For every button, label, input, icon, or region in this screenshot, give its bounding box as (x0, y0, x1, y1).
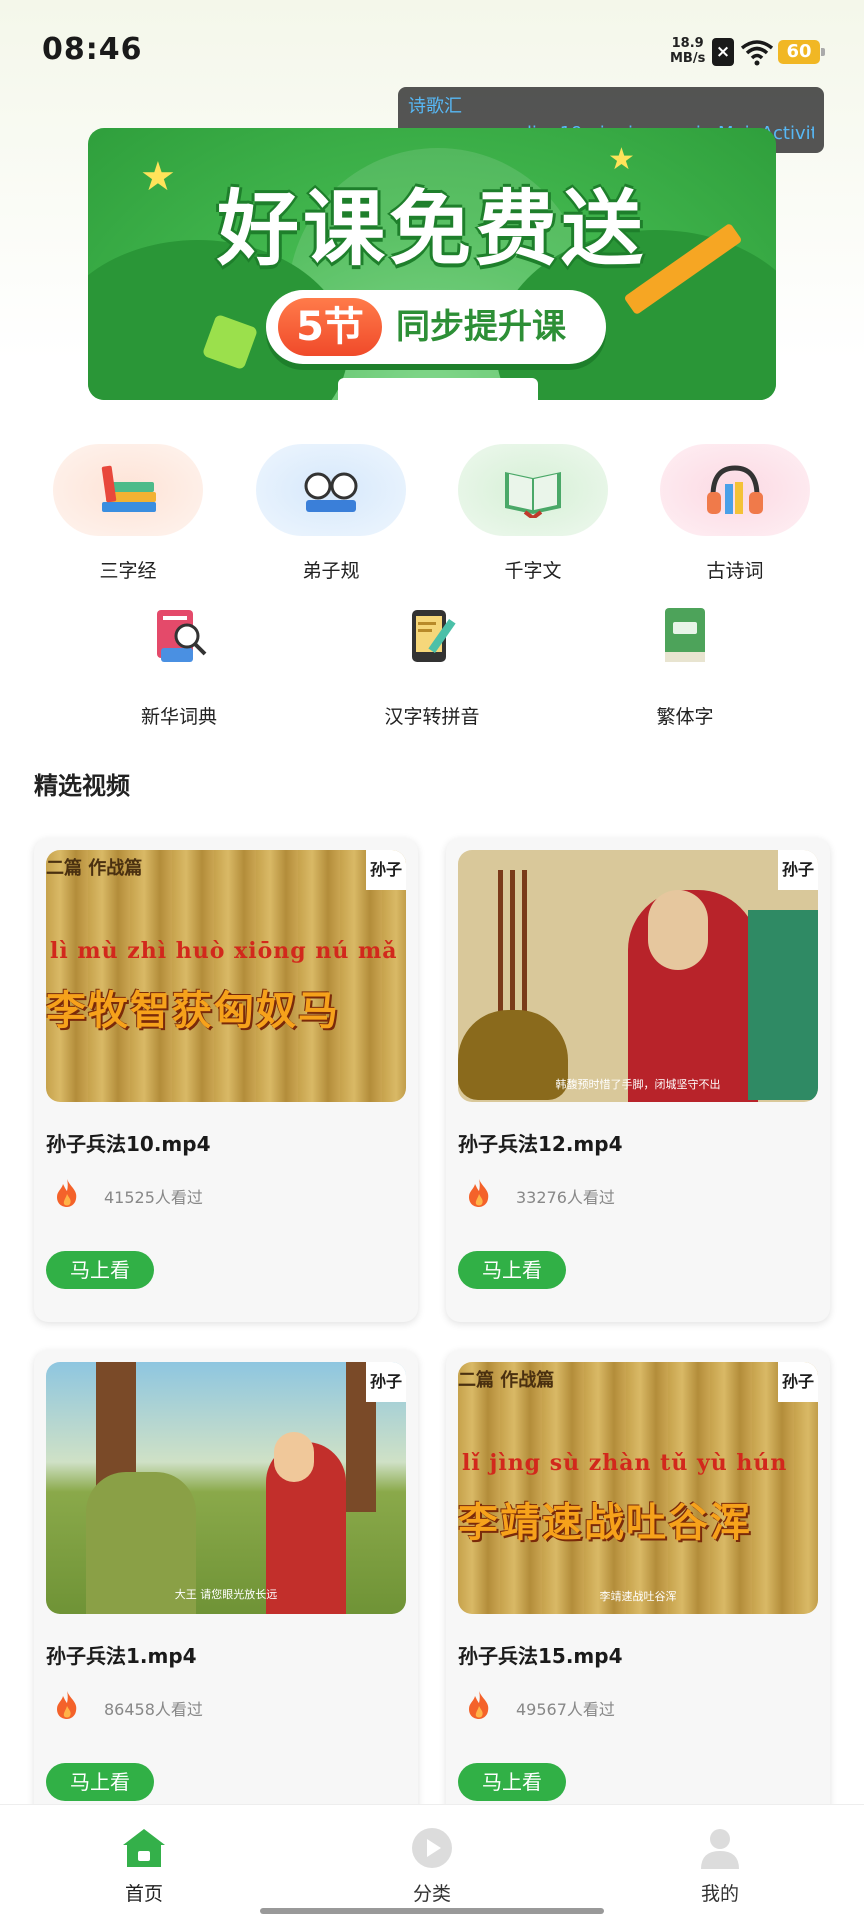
category-gushici[interactable]: 古诗词 (650, 444, 820, 583)
video-thumbnail[interactable]: 大王 请您眼光放长远 孙子 (46, 1362, 406, 1614)
video-tag: 孙子 (778, 1362, 818, 1402)
book-decoration (338, 378, 538, 400)
video-tag: 孙子 (366, 850, 406, 890)
category-label: 汉字转拼音 (384, 706, 480, 728)
category-label: 繁体字 (656, 706, 714, 728)
view-count: 49567人看过 (516, 1700, 615, 1719)
network-speed-value: 18.9 (671, 36, 704, 51)
watch-now-button[interactable]: 马上看 (458, 1763, 566, 1801)
banner-pill: 5节 同步提升课 (266, 290, 606, 364)
banner-subtitle: 同步提升课 (396, 307, 566, 347)
category-label: 弟子规 (302, 560, 360, 582)
video-caption: 大王 请您眼光放长远 (174, 1588, 278, 1601)
open-book-icon (505, 472, 561, 518)
watch-now-button[interactable]: 马上看 (46, 1251, 154, 1289)
video-title: 孙子兵法10.mp4 (46, 1132, 211, 1156)
nav-label: 分类 (412, 1883, 451, 1905)
headphones-icon (707, 465, 763, 514)
category-pinyin-converter[interactable]: 汉字转拼音 (347, 590, 517, 729)
green-book-icon (665, 608, 705, 662)
user-icon (701, 1829, 739, 1869)
video-card[interactable]: 韩馥预时惜了手脚，闭城坚守不出 孙子 孙子兵法12.mp4 33276人看过 马… (446, 838, 830, 1322)
video-card[interactable]: 大王 请您眼光放长远 孙子 孙子兵法1.mp4 86458人看过 马上看 (34, 1350, 418, 1834)
nav-category[interactable]: 分类 (372, 1827, 492, 1906)
fire-icon (57, 1691, 77, 1719)
category-label: 三字经 (99, 560, 157, 582)
fire-icon (469, 1179, 489, 1207)
video-caption: 李靖速战吐谷浑 (599, 1590, 677, 1603)
video-thumbnail[interactable]: 韩馥预时惜了手脚，闭城坚守不出 孙子 (458, 850, 818, 1102)
category-traditional-chinese[interactable]: 繁体字 (600, 590, 770, 729)
video-card[interactable]: 二篇 作战篇 lì mù zhì huò xiōng nú mǎ 李牧智获匈奴马… (34, 838, 418, 1322)
status-bar: 08:46 18.9 MB/s × 60 (0, 0, 864, 100)
category-sanzijing[interactable]: 三字经 (43, 444, 213, 583)
video-card[interactable]: 二篇 作战篇 lǐ jìng sù zhàn tǔ yù hún 李靖速战吐谷浑… (446, 1350, 830, 1834)
no-sim-icon: × (712, 38, 734, 66)
view-count: 33276人看过 (516, 1188, 615, 1207)
banner-title: 好课免费送 (216, 182, 647, 277)
category-label: 古诗词 (706, 560, 764, 582)
nav-home[interactable]: 首页 (84, 1827, 204, 1906)
battery-indicator: 60 (778, 40, 825, 64)
video-caption: 韩馥预时惜了手脚，闭城坚守不出 (555, 1078, 721, 1091)
nav-profile[interactable]: 我的 (660, 1827, 780, 1906)
network-speed-unit: MB/s (670, 51, 706, 66)
video-tag: 孙子 (778, 850, 818, 890)
dictionary-search-icon (157, 610, 207, 662)
category-label: 新华词典 (140, 706, 217, 728)
video-tag: 孙子 (366, 1362, 406, 1402)
category-qianziwen[interactable]: 千字文 (448, 444, 618, 583)
nav-label: 我的 (700, 1883, 739, 1905)
glasses-icon (304, 472, 358, 512)
category-xinhua-dictionary[interactable]: 新华词典 (94, 590, 264, 729)
video-thumbnail[interactable]: 二篇 作战篇 lì mù zhì huò xiōng nú mǎ 李牧智获匈奴马… (46, 850, 406, 1102)
network-speed: 18.9 MB/s (670, 36, 705, 66)
status-time: 08:46 (42, 32, 143, 67)
view-count: 86458人看过 (104, 1700, 203, 1719)
video-thumbnail[interactable]: 二篇 作战篇 lǐ jìng sù zhàn tǔ yù hún 李靖速战吐谷浑… (458, 1362, 818, 1614)
watch-now-button[interactable]: 马上看 (46, 1763, 154, 1801)
video-title: 孙子兵法1.mp4 (46, 1644, 197, 1668)
section-title-featured-videos: 精选视频 (34, 772, 130, 800)
category-label: 千字文 (504, 560, 562, 582)
wifi-icon (740, 40, 774, 66)
home-indicator[interactable] (260, 1908, 604, 1914)
category-dizigui[interactable]: 弟子规 (246, 444, 416, 583)
watch-now-button[interactable]: 马上看 (458, 1251, 566, 1289)
video-title: 孙子兵法15.mp4 (458, 1644, 623, 1668)
promo-banner[interactable]: ★ ★ 好课免费送 5节 同步提升课 (88, 128, 776, 400)
fire-icon (57, 1179, 77, 1207)
overlay-app-name: 诗歌汇 (408, 96, 462, 117)
tablet-pen-icon (412, 610, 456, 662)
nav-label: 首页 (124, 1883, 163, 1905)
fire-icon (469, 1691, 489, 1719)
bottom-nav: 首页 分类 我的 (0, 1804, 864, 1920)
video-title: 孙子兵法12.mp4 (458, 1132, 623, 1156)
view-count: 41525人看过 (104, 1188, 203, 1207)
books-icon (101, 465, 156, 512)
banner-badge: 5节 (278, 298, 382, 356)
play-icon (412, 1828, 452, 1868)
home-icon (123, 1829, 165, 1867)
